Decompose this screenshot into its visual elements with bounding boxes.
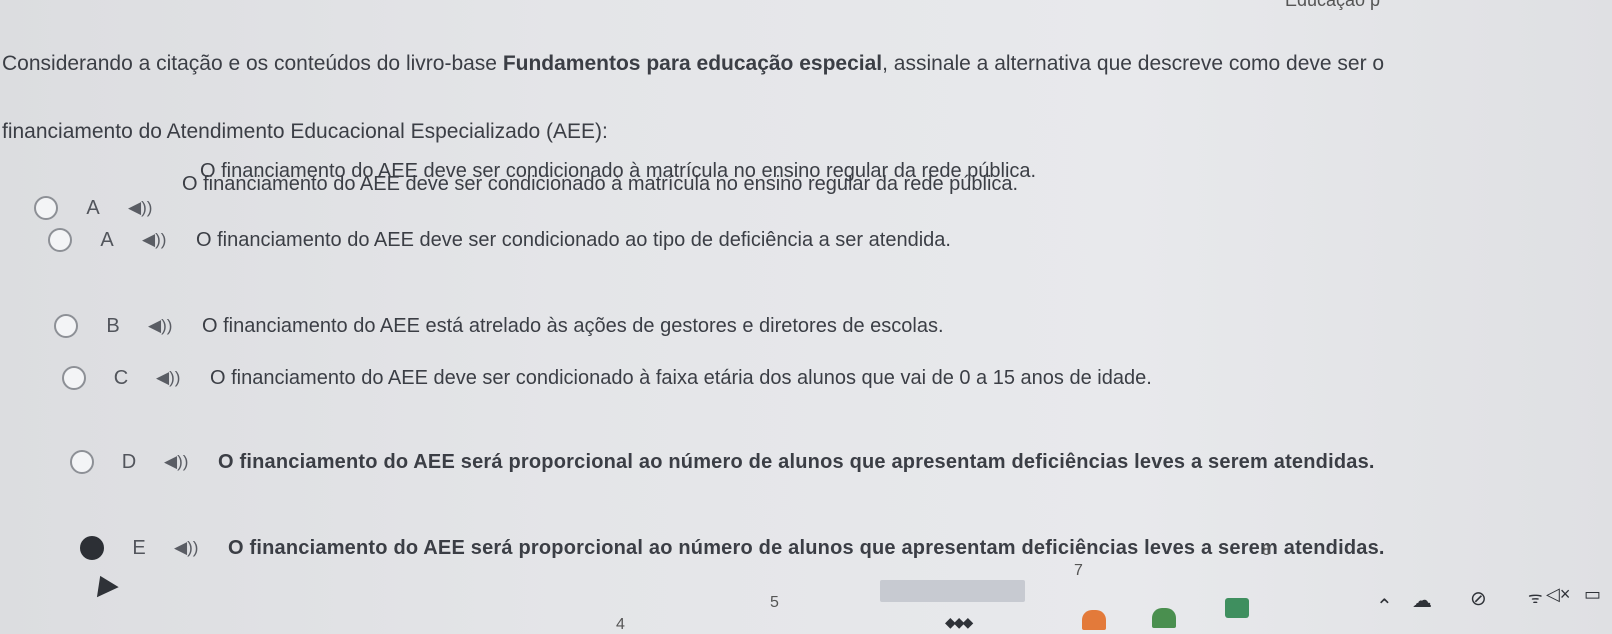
speaker-icon[interactable]: ◀)) bbox=[128, 198, 182, 218]
option-a[interactable]: A ◀)) O financiamento do AEE deve ser co… bbox=[34, 173, 1018, 220]
option-text: O financiamento do AEE está atrelado às … bbox=[202, 314, 944, 337]
mouse-cursor-icon bbox=[89, 570, 119, 598]
option-a-text: O financiamento do AEE deve ser condicio… bbox=[200, 160, 1037, 182]
radio-button[interactable] bbox=[54, 314, 78, 338]
option-letter: D bbox=[121, 450, 137, 473]
app-icon-calculator[interactable] bbox=[1225, 598, 1249, 618]
radio-button[interactable] bbox=[34, 196, 58, 220]
fragment-5: 5 bbox=[770, 594, 779, 611]
book-title: Fundamentos para educação especial bbox=[502, 52, 883, 75]
option-c[interactable]: C ◀)) O financiamento do AEE deve ser co… bbox=[62, 366, 1152, 390]
radio-button[interactable] bbox=[62, 366, 86, 390]
fragment-4: 4 bbox=[616, 616, 625, 633]
option-letter: E bbox=[132, 536, 146, 559]
option-letter: A bbox=[86, 196, 100, 219]
speaker-icon[interactable]: ◀)) bbox=[164, 452, 218, 472]
option-text: O financiamento do AEE será proporcional… bbox=[228, 536, 1385, 559]
option-b[interactable]: B ◀)) O financiamento do AEE está atrela… bbox=[54, 314, 944, 338]
option-e[interactable]: E ◀)) O financiamento do AEE será propor… bbox=[80, 536, 1385, 560]
radio-button[interactable] bbox=[70, 450, 94, 474]
header-fragment: Educação p bbox=[1285, 0, 1381, 10]
question-pre: Considerando a citação e os conteúdos do… bbox=[2, 52, 503, 75]
cloud-icon[interactable]: ☁ bbox=[1412, 588, 1432, 613]
no-signal-icon[interactable]: ⊘ bbox=[1470, 586, 1487, 611]
question-post: , assinale a alternativa que descreve co… bbox=[882, 52, 1385, 75]
volume-muted-icon[interactable]: ◁× bbox=[1546, 584, 1570, 605]
fragment-7: 7 bbox=[1074, 562, 1083, 579]
speaker-icon[interactable]: ◀)) bbox=[148, 316, 202, 336]
option-a-row[interactable]: A ◀)) O financiamento do AEE deve ser co… bbox=[48, 228, 951, 252]
battery-icon[interactable]: ▭ bbox=[1584, 584, 1601, 605]
taskbar-search[interactable] bbox=[880, 580, 1025, 602]
option-letter: C bbox=[113, 366, 129, 389]
question-line-1: Considerando a citação e os conteúdos do… bbox=[2, 52, 1384, 76]
radio-button-selected[interactable] bbox=[80, 536, 104, 560]
app-icon-orange[interactable] bbox=[1082, 610, 1106, 630]
option-letter: B bbox=[106, 314, 120, 337]
speaker-icon[interactable]: ◀)) bbox=[156, 368, 210, 388]
speaker-icon[interactable]: ◀)) bbox=[142, 230, 196, 250]
question-line-2: financiamento do Atendimento Educacional… bbox=[2, 120, 608, 143]
option-text: O financiamento do AEE deve ser condicio… bbox=[196, 228, 951, 251]
app-icon-green[interactable] bbox=[1152, 608, 1176, 628]
option-d[interactable]: D ◀)) O financiamento do AEE será propor… bbox=[70, 450, 1375, 474]
option-text: O financiamento do AEE deve ser condicio… bbox=[210, 366, 1152, 389]
radio-button[interactable] bbox=[48, 228, 72, 252]
chevron-up-icon[interactable]: ⌃ bbox=[1376, 594, 1393, 619]
fragment-8: 8 bbox=[1262, 542, 1271, 559]
option-letter: A bbox=[100, 228, 114, 251]
sparkles-icon: ◆◆◆ bbox=[945, 614, 973, 630]
wifi-icon[interactable]: ᯤ bbox=[1528, 586, 1543, 608]
speaker-icon[interactable]: ◀)) bbox=[174, 538, 228, 558]
option-text: O financiamento do AEE será proporcional… bbox=[218, 450, 1375, 473]
